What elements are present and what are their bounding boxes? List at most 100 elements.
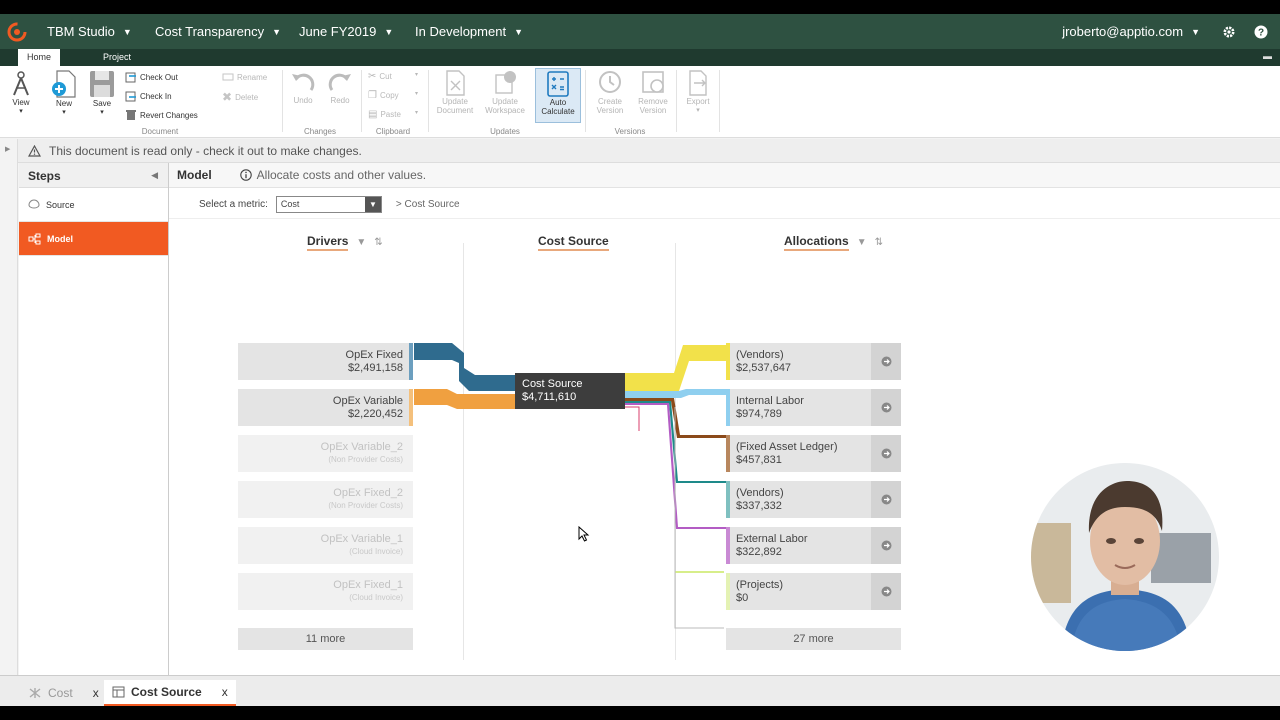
user-menu[interactable]: jroberto@apptio.com ▼	[1062, 24, 1200, 39]
export-button[interactable]: Export ▾	[680, 69, 716, 114]
steps-panel: Steps ◀ Source Model	[19, 163, 169, 675]
step-source[interactable]: Source	[19, 188, 168, 222]
allocation-color-edge	[726, 527, 730, 564]
expand-arrow-icon: ▶	[5, 146, 11, 153]
close-icon[interactable]: x	[93, 686, 99, 700]
chevron-down-icon: ▼	[384, 26, 394, 37]
driver-card[interactable]: OpEx Fixed $2,491,158	[238, 343, 413, 380]
drill-arrow-button[interactable]	[871, 435, 901, 472]
paste-button[interactable]: ▤ Paste	[368, 109, 401, 120]
driver-card-faded[interactable]: OpEx Fixed_1 (Cloud Invoice)	[238, 573, 413, 610]
create-version-button[interactable]: Create Version	[590, 69, 630, 115]
driver-name: OpEx Variable_1	[320, 533, 403, 545]
app-menu-label: TBM Studio	[47, 24, 115, 39]
view-button[interactable]: View ▾	[8, 70, 34, 115]
left-expand-strip[interactable]: ▶	[0, 139, 18, 675]
redo-button[interactable]: Redo	[325, 70, 355, 105]
arrow-circle-icon	[881, 356, 891, 367]
drivers-more-button[interactable]: 11 more	[238, 628, 413, 650]
driver-card[interactable]: OpEx Variable $2,220,452	[238, 389, 413, 426]
app-window: TBM Studio ▼ Cost Transparency ▼ June FY…	[0, 0, 1280, 720]
remove-version-button[interactable]: Remove Version	[633, 69, 673, 115]
clipboard-caret-icon[interactable]: ▾	[415, 109, 418, 116]
revert-changes-label: Revert Changes	[140, 110, 198, 120]
check-in-button[interactable]: Check In	[125, 90, 172, 102]
step-model[interactable]: Model	[19, 222, 168, 256]
state-menu[interactable]: In Development ▼	[415, 24, 523, 39]
versions-group-label: Versions	[614, 127, 646, 136]
period-menu[interactable]: June FY2019 ▼	[299, 24, 393, 39]
collapse-steps-icon[interactable]: ◀	[151, 170, 158, 181]
bottom-black-bar	[0, 706, 1280, 720]
copy-icon: ❐	[368, 90, 377, 101]
allocation-card[interactable]: (Projects) $0	[726, 573, 901, 610]
tab-project[interactable]: Project	[96, 49, 138, 66]
chevron-down-icon: ▼	[1191, 26, 1200, 37]
cost-source-value: $4,711,610	[522, 391, 577, 403]
document-group-label: Document	[141, 127, 179, 136]
allocations-more-button[interactable]: 27 more	[726, 628, 901, 650]
clipboard-caret-icon[interactable]: ▾	[415, 71, 418, 78]
app-header: TBM Studio ▼ Cost Transparency ▼ June FY…	[0, 14, 1280, 49]
update-workspace-button[interactable]: Update Workspace	[482, 69, 528, 115]
delete-button[interactable]: ✖ Delete	[222, 90, 258, 104]
save-button[interactable]: Save ▾	[87, 69, 117, 116]
check-out-button[interactable]: Check Out	[125, 71, 178, 83]
apptio-logo-icon[interactable]	[6, 21, 28, 43]
allocation-card[interactable]: Internal Labor $974,789	[726, 389, 901, 426]
allocation-card[interactable]: (Vendors) $2,537,647	[726, 343, 901, 380]
trash-icon	[126, 110, 136, 120]
update-document-button[interactable]: Update Document	[432, 69, 478, 115]
model-menu[interactable]: Cost Transparency ▼	[155, 24, 281, 39]
allocation-card[interactable]: (Vendors) $337,332	[726, 481, 901, 518]
allocation-color-edge	[726, 343, 730, 380]
clipboard-caret-icon[interactable]: ▾	[415, 90, 418, 97]
allocation-card[interactable]: (Fixed Asset Ledger) $457,831	[726, 435, 901, 472]
driver-card-faded[interactable]: OpEx Variable_2 (Non Provider Costs)	[238, 435, 413, 472]
remove-version-icon	[642, 71, 664, 93]
collapse-ribbon-icon[interactable]: ▬	[1263, 51, 1272, 61]
copy-button[interactable]: ❐ Copy	[368, 90, 399, 101]
driver-card-faded[interactable]: OpEx Fixed_2 (Non Provider Costs)	[238, 481, 413, 518]
rename-button[interactable]: Rename	[222, 71, 267, 83]
close-icon[interactable]: x	[222, 685, 228, 699]
tab-cost[interactable]: Cost x	[20, 680, 107, 706]
gear-icon[interactable]	[1222, 25, 1236, 39]
update-workspace-icon	[495, 71, 516, 94]
drill-arrow-button[interactable]	[871, 389, 901, 426]
flow-opex-fixed	[414, 343, 515, 391]
allocation-card[interactable]: External Labor $322,892	[726, 527, 901, 564]
clipboard-group-label: Clipboard	[375, 127, 411, 136]
flow-small	[625, 406, 640, 431]
driver-sub: (Cloud Invoice)	[349, 593, 403, 602]
cut-button[interactable]: ✂ Cut	[368, 71, 392, 82]
ribbon-separator	[719, 70, 720, 132]
tab-home[interactable]: Home	[18, 49, 60, 66]
driver-color-edge	[409, 343, 413, 380]
new-button[interactable]: New ▾	[50, 69, 78, 116]
ribbon-separator	[676, 70, 677, 132]
help-icon[interactable]: ?	[1254, 25, 1268, 39]
presenter-webcam-image	[1031, 463, 1219, 651]
svg-text:?: ?	[1258, 27, 1264, 38]
drill-arrow-button[interactable]	[871, 573, 901, 610]
driver-name: OpEx Variable	[332, 395, 403, 407]
drill-arrow-button[interactable]	[871, 343, 901, 380]
cost-source-node[interactable]: Cost Source $4,711,610	[515, 373, 625, 409]
app-menu[interactable]: TBM Studio ▼	[47, 24, 132, 39]
table-icon	[112, 686, 125, 698]
revert-changes-button[interactable]: Revert Changes	[125, 109, 198, 121]
redo-icon	[328, 73, 351, 91]
ribbon-separator	[361, 70, 362, 132]
drill-arrow-button[interactable]	[871, 481, 901, 518]
model-icon	[28, 233, 41, 244]
read-only-message-bar: This document is read only - check it ou…	[18, 139, 1280, 163]
rename-icon	[222, 73, 234, 81]
drill-arrow-button[interactable]	[871, 527, 901, 564]
model-icon	[29, 688, 41, 698]
auto-calculate-button[interactable]: Auto Calculate	[535, 68, 581, 123]
check-out-icon	[125, 72, 136, 83]
undo-button[interactable]: Undo	[288, 70, 318, 105]
tab-cost-source[interactable]: Cost Source x	[104, 680, 236, 706]
driver-card-faded[interactable]: OpEx Variable_1 (Cloud Invoice)	[238, 527, 413, 564]
